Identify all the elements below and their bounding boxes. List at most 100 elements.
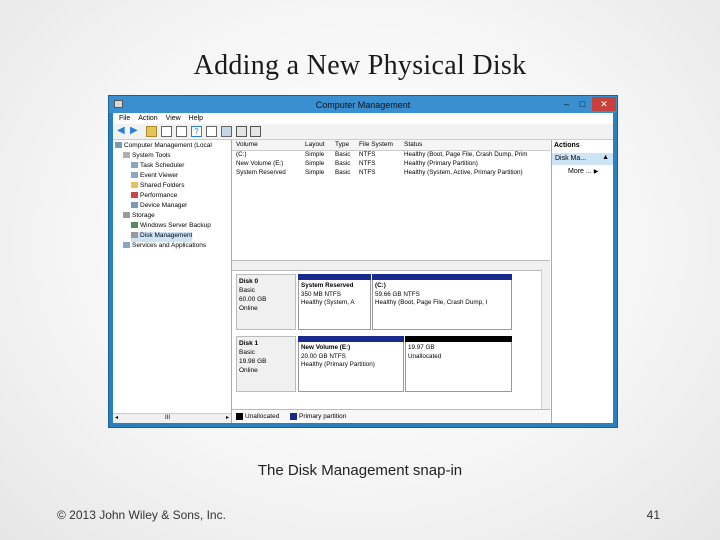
disk-name: Disk 1 (239, 340, 259, 347)
tree-item-device-manager[interactable]: Device Manager (131, 202, 187, 212)
disk-state: Online (239, 367, 258, 374)
tree-item-windows-server-backup[interactable]: Windows Server Backup (131, 222, 211, 232)
maximize-button[interactable]: □ (574, 97, 591, 111)
disk-info[interactable]: Disk 1 Basic 19.98 GB Online (236, 336, 296, 392)
partition-name: System Reserved (301, 282, 354, 289)
partition-name: New Volume (E:) (301, 344, 351, 351)
menu-bar: File Action View Help (113, 113, 613, 124)
settings-icon[interactable] (236, 126, 247, 137)
col-status[interactable]: Status (404, 141, 422, 148)
tree-item-disk-management[interactable]: Disk Management (131, 232, 193, 242)
legend: Unallocated Primary partition (232, 409, 550, 423)
partition-status: Healthy (Primary Partition) (301, 361, 375, 368)
storage-icon (123, 212, 130, 219)
scroll-right-icon[interactable]: ▸ (226, 414, 229, 421)
forward-arrow-icon[interactable]: ▶ (130, 126, 141, 137)
partition-status: Healthy (Boot, Page File, Crash Dump, I (375, 299, 488, 306)
tree-item-services-applications[interactable]: Services and Applications (123, 242, 206, 252)
menu-help[interactable]: Help (189, 115, 203, 122)
up-folder-icon[interactable] (146, 126, 157, 137)
partition[interactable]: New Volume (E:) 20.00 GB NTFS Healthy (P… (298, 336, 404, 392)
slide-title: Adding a New Physical Disk (193, 50, 527, 81)
help-icon[interactable]: ? (191, 126, 202, 137)
computer-management-window: Computer Management – □ ✕ File Action Vi… (108, 95, 618, 428)
disk-row[interactable]: Disk 1 Basic 19.98 GB Online New Volume … (236, 336, 540, 392)
disk-name: Disk 0 (239, 278, 259, 285)
volume-row[interactable]: New Volume (E:) Simple Basic NTFS Health… (232, 160, 550, 169)
tree-item-task-scheduler[interactable]: Task Scheduler (131, 162, 184, 172)
back-arrow-icon[interactable]: ◀ (117, 126, 128, 137)
col-layout[interactable]: Layout (305, 141, 325, 148)
copyright: © 2013 John Wiley & Sons, Inc. (57, 508, 226, 522)
disk-info[interactable]: Disk 0 Basic 60.00 GB Online (236, 274, 296, 330)
partition-bar (298, 336, 404, 342)
tree-item-system-tools[interactable]: System Tools (123, 152, 171, 162)
partition-bar (298, 274, 371, 280)
window-title: Computer Management (315, 100, 411, 110)
event-viewer-icon (131, 172, 138, 179)
partition[interactable]: (C:) 59.66 GB NTFS Healthy (Boot, Page F… (372, 274, 512, 330)
col-type[interactable]: Type (335, 141, 349, 148)
performance-icon (131, 192, 138, 199)
partition-status: Healthy (System, A (301, 299, 355, 306)
minimize-button[interactable]: – (558, 97, 575, 111)
chevron-right-icon: ▶ (593, 169, 599, 175)
computer-icon (115, 142, 122, 149)
tree-horizontal-scrollbar[interactable]: ◂ III ▸ (113, 413, 231, 423)
legend-primary: Primary partition (290, 413, 346, 420)
collapse-up-icon[interactable]: ▲ (602, 154, 609, 161)
tree-item-event-viewer[interactable]: Event Viewer (131, 172, 178, 182)
clock-icon (131, 162, 138, 169)
disk-vertical-scrollbar[interactable] (541, 269, 550, 409)
disk-row[interactable]: Disk 0 Basic 60.00 GB Online System Rese… (236, 274, 540, 330)
refresh-icon[interactable] (221, 126, 232, 137)
partition-status: Unallocated (408, 352, 442, 360)
partition-bar (405, 336, 512, 342)
menu-file[interactable]: File (119, 115, 130, 122)
disk-state: Online (239, 305, 258, 312)
tree-root[interactable]: Computer Management (Local (115, 142, 212, 152)
disk-size: 60.00 GB (239, 296, 267, 303)
actions-pane: Actions Disk Ma... ▲ More ... ▶ (551, 140, 613, 423)
tree-item-performance[interactable]: Performance (131, 192, 177, 202)
actions-disk-management[interactable]: Disk Ma... ▲ (552, 153, 613, 165)
export-list-icon[interactable] (206, 126, 217, 137)
menu-view[interactable]: View (166, 115, 181, 122)
services-icon (123, 242, 130, 249)
volume-list-header: Volume Layout Type File System Status (232, 140, 550, 151)
title-bar[interactable]: Computer Management – □ ✕ (109, 96, 617, 113)
menu-action[interactable]: Action (138, 115, 157, 122)
primary-swatch-icon (290, 413, 297, 420)
col-file-system[interactable]: File System (359, 141, 393, 148)
partition-bar (372, 274, 512, 280)
partition-size: 19.97 GB (408, 344, 435, 351)
partition[interactable]: 19.97 GB Unallocated (405, 336, 512, 392)
navigation-tree: Computer Management (Local System Tools … (113, 140, 232, 423)
properties-icon[interactable] (176, 126, 187, 137)
actions-header: Actions (554, 142, 580, 149)
partition-size: 20.00 GB NTFS (301, 352, 346, 360)
tree-item-storage[interactable]: Storage (123, 212, 155, 222)
legend-unallocated: Unallocated (236, 413, 279, 420)
tree-item-shared-folders[interactable]: Shared Folders (131, 182, 184, 192)
page-number: 41 (646, 508, 660, 522)
show-hide-tree-icon[interactable] (161, 126, 172, 137)
window-client: File Action View Help ◀ ▶ ? Computer Man… (113, 113, 613, 423)
toolbar: ◀ ▶ ? (113, 124, 613, 140)
folder-icon (131, 182, 138, 189)
grid-icon[interactable] (250, 126, 261, 137)
close-button[interactable]: ✕ (592, 97, 616, 111)
volume-row[interactable]: System Reserved Simple Basic NTFS Health… (232, 169, 550, 178)
disk-type: Basic (239, 349, 255, 356)
col-volume[interactable]: Volume (236, 141, 258, 148)
scroll-left-icon[interactable]: ◂ (115, 414, 118, 421)
disk-management-pane: Volume Layout Type File System Status (C… (232, 140, 550, 423)
device-manager-icon (131, 202, 138, 209)
pane-splitter[interactable] (232, 260, 550, 271)
disk-size: 19.98 GB (239, 358, 267, 365)
volume-row[interactable]: (C:) Simple Basic NTFS Healthy (Boot, Pa… (232, 151, 550, 160)
slide-caption: The Disk Management snap-in (257, 462, 463, 479)
partition[interactable]: System Reserved 350 MB NTFS Healthy (Sys… (298, 274, 371, 330)
actions-more[interactable]: More ... ▶ (568, 168, 598, 175)
tools-icon (123, 152, 130, 159)
